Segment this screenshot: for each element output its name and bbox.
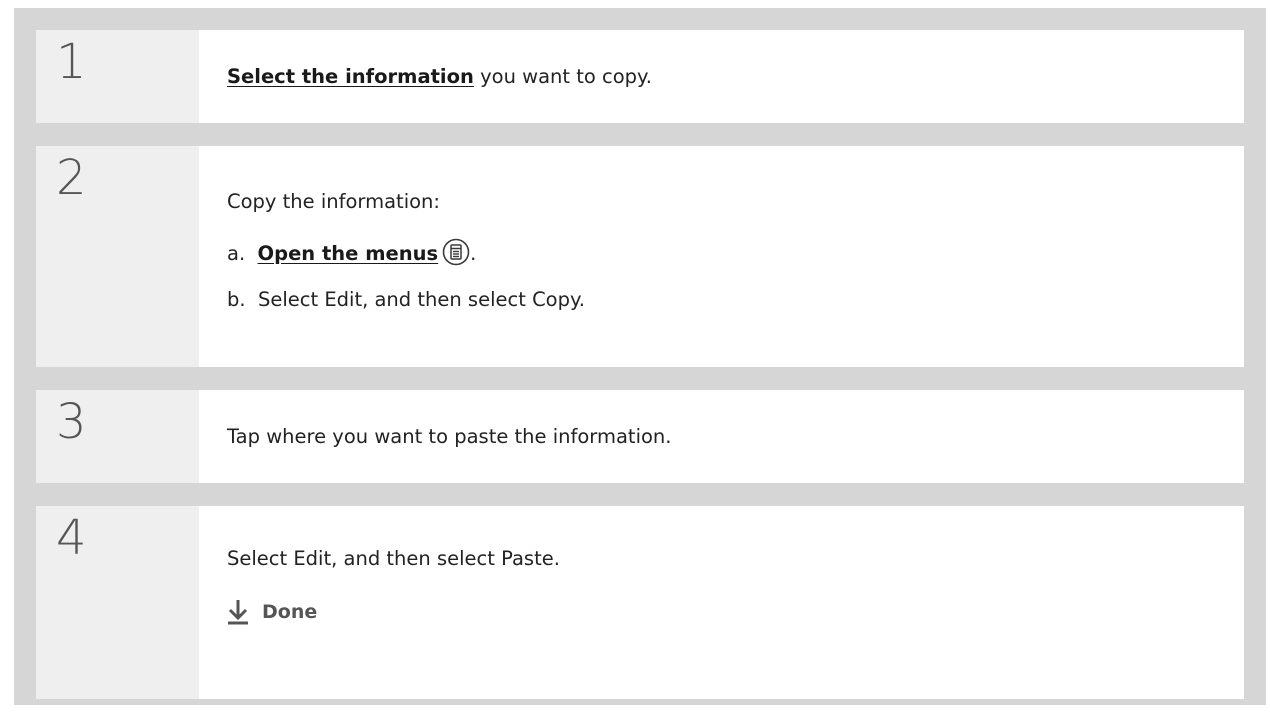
step-number-cell: 1 bbox=[36, 30, 199, 123]
step-text: Tap where you want to paste the informat… bbox=[227, 425, 672, 448]
step-1: 1 Select the information you want to cop… bbox=[36, 30, 1244, 123]
step-text-suffix: you want to copy. bbox=[473, 65, 652, 88]
step-text: Select Edit, and then select Paste. bbox=[227, 547, 560, 570]
select-information-link[interactable]: Select the information bbox=[227, 65, 474, 88]
substep-b: b. Select Edit, and then select Copy. bbox=[227, 288, 585, 311]
step-4: 4 Select Edit, and then select Paste. Do… bbox=[36, 506, 1244, 699]
step-2: 2 Copy the information: a. Open the menu… bbox=[36, 146, 1244, 367]
down-arrow-icon bbox=[228, 600, 248, 625]
step-number: 1 bbox=[56, 34, 87, 90]
step-intro-text: Copy the information: bbox=[227, 190, 440, 213]
step-text: Select the information you want to copy. bbox=[227, 65, 1244, 89]
step-content: Tap where you want to paste the informat… bbox=[199, 390, 1244, 483]
steps-table: 1 Select the information you want to cop… bbox=[14, 8, 1266, 705]
menu-icon bbox=[442, 238, 470, 266]
step-number: 2 bbox=[56, 150, 87, 206]
step-content: Select Edit, and then select Paste. Done bbox=[199, 506, 1244, 699]
open-menus-link[interactable]: Open the menus bbox=[258, 242, 439, 265]
step-number-cell: 3 bbox=[36, 390, 199, 483]
step-content: Copy the information: a. Open the menus … bbox=[199, 146, 1244, 367]
step-3: 3 Tap where you want to paste the inform… bbox=[36, 390, 1244, 483]
step-number-cell: 2 bbox=[36, 146, 199, 367]
substep-a: a. Open the menus . bbox=[227, 238, 1244, 266]
step-number: 3 bbox=[56, 394, 87, 450]
done-label: Done bbox=[262, 601, 318, 623]
step-number-cell: 4 bbox=[36, 506, 199, 699]
step-content: Select the information you want to copy. bbox=[199, 30, 1244, 123]
done-indicator: Done bbox=[227, 599, 1244, 625]
step-number: 4 bbox=[56, 510, 87, 566]
substep-a-prefix: a. bbox=[227, 242, 258, 265]
substep-a-suffix: . bbox=[470, 242, 477, 265]
